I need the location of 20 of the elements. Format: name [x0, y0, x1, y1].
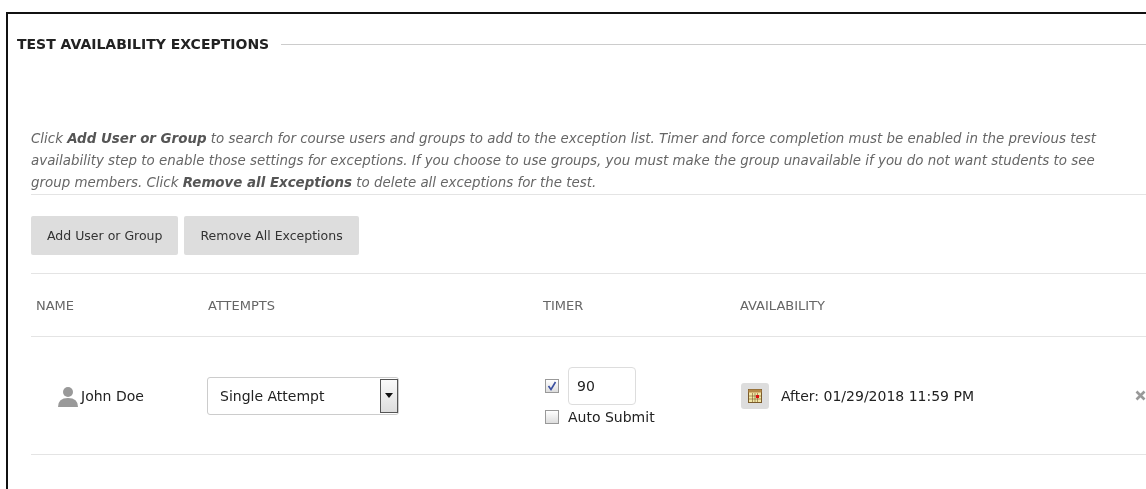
column-header: NAME [35, 297, 76, 313]
auto-submit-checkbox[interactable] [545, 409, 559, 424]
attempts-dropdown[interactable]: Single Attempt [207, 376, 399, 415]
column-header: TIMER [542, 297, 585, 313]
caret-icon [385, 393, 393, 398]
section-title: TEST AVAILABILITY EXCEPTIONS [17, 36, 270, 52]
remove-icon[interactable] [1135, 390, 1146, 401]
timer-checkbox[interactable] [545, 378, 559, 393]
user-icon [57, 384, 79, 407]
column-header: ATTEMPTS [207, 297, 276, 313]
add-user-button[interactable]: Add User or Group [31, 216, 179, 255]
timer-field[interactable]: 90 [568, 366, 636, 405]
calendar-button[interactable] [741, 382, 769, 409]
user-name: John Doe [81, 387, 144, 404]
auto-submit-label: Auto Submit [568, 408, 655, 425]
calendar-icon [748, 388, 762, 403]
availability-text: After: 01/29/2018 11:59 PM [781, 387, 974, 404]
remove-exceptions-button[interactable]: Remove All Exceptions [184, 216, 359, 255]
instructions-text: Click Add User or Group to search for course users and groups to add to the exception list. Timer and force completion must be enabled in the previous test availability step to enable those settings for exceptions. If you choose to use groups, you must make the group unavailable if you do not want students to see group members. Click Remove all Exceptions to delete all exceptions for the test. [31, 130, 1098, 192]
column-header: AVAILABILITY [739, 297, 826, 313]
